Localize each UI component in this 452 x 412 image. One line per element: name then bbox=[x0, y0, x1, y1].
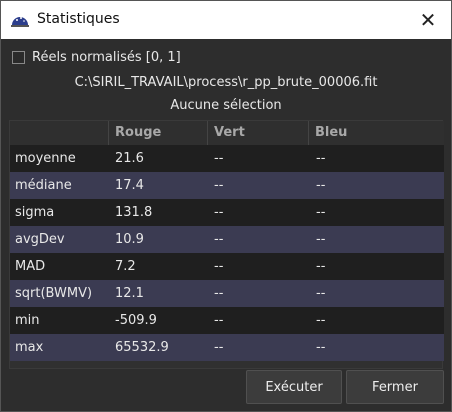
window-title: Statistiques bbox=[37, 11, 120, 27]
statistics-window: Statistiques ✕ Réels normalisés [0, 1] C… bbox=[0, 0, 452, 412]
table-row[interactable]: médiane 17.4 -- -- bbox=[10, 172, 444, 199]
normalized-checkbox-label: Réels normalisés [0, 1] bbox=[32, 50, 181, 65]
stat-name: MAD bbox=[15, 259, 46, 274]
stat-bleu: -- bbox=[316, 205, 326, 220]
close-button[interactable]: Fermer bbox=[346, 370, 444, 404]
stat-bleu: -- bbox=[316, 178, 326, 193]
stat-rouge: 131.8 bbox=[115, 205, 153, 220]
header-rouge[interactable]: Rouge bbox=[108, 121, 207, 145]
header-name[interactable] bbox=[10, 121, 108, 145]
stat-vert: -- bbox=[214, 286, 224, 301]
table-row[interactable]: min -509.9 -- -- bbox=[10, 307, 444, 334]
stat-name: moyenne bbox=[15, 151, 76, 166]
stat-bleu: -- bbox=[316, 259, 326, 274]
close-icon: ✕ bbox=[419, 8, 437, 32]
close-window-button[interactable]: ✕ bbox=[405, 1, 451, 39]
table-row[interactable]: moyenne 21.6 -- -- bbox=[10, 145, 444, 172]
table-row[interactable]: MAD 7.2 -- -- bbox=[10, 253, 444, 280]
stat-name: avgDev bbox=[15, 232, 65, 247]
file-path: C:\SIRIL_TRAVAIL\process\r_pp_brute_0000… bbox=[74, 75, 378, 90]
stat-bleu: -- bbox=[316, 286, 326, 301]
header-bleu[interactable]: Bleu bbox=[308, 121, 444, 145]
normalized-option[interactable]: Réels normalisés [0, 1] bbox=[12, 50, 181, 65]
stat-name: max bbox=[15, 340, 44, 355]
table-row[interactable]: avgDev 10.9 -- -- bbox=[10, 226, 444, 253]
stat-rouge: 65532.9 bbox=[115, 340, 169, 355]
table-row[interactable]: sigma 131.8 -- -- bbox=[10, 199, 444, 226]
stat-rouge: 21.6 bbox=[115, 151, 144, 166]
selection-status: Aucune sélection bbox=[170, 98, 282, 113]
stat-bleu: -- bbox=[316, 313, 326, 328]
stat-rouge: 7.2 bbox=[115, 259, 136, 274]
table-row[interactable]: sqrt(BWMV) 12.1 -- -- bbox=[10, 280, 444, 307]
table-row[interactable]: max 65532.9 -- -- bbox=[10, 334, 444, 361]
stat-vert: -- bbox=[214, 151, 224, 166]
stat-name: sqrt(BWMV) bbox=[15, 286, 93, 301]
stat-vert: -- bbox=[214, 178, 224, 193]
stat-name: sigma bbox=[15, 205, 55, 220]
stat-vert: -- bbox=[214, 205, 224, 220]
stat-vert: -- bbox=[214, 313, 224, 328]
statistics-table: Rouge Vert Bleu moyenne 21.6 -- -- média… bbox=[9, 120, 444, 369]
stat-rouge: -509.9 bbox=[115, 313, 157, 328]
stat-bleu: -- bbox=[316, 340, 326, 355]
stat-rouge: 10.9 bbox=[115, 232, 144, 247]
title-bar[interactable]: Statistiques ✕ bbox=[1, 1, 451, 39]
stat-vert: -- bbox=[214, 259, 224, 274]
table-header: Rouge Vert Bleu bbox=[10, 121, 444, 145]
stat-name: médiane bbox=[15, 178, 72, 193]
stat-bleu: -- bbox=[316, 232, 326, 247]
header-vert[interactable]: Vert bbox=[207, 121, 308, 145]
stat-vert: -- bbox=[214, 232, 224, 247]
siril-app-icon bbox=[11, 17, 29, 27]
execute-button[interactable]: Exécuter bbox=[246, 370, 342, 404]
stat-vert: -- bbox=[214, 340, 224, 355]
stat-bleu: -- bbox=[316, 151, 326, 166]
stat-rouge: 17.4 bbox=[115, 178, 144, 193]
dialog-content: Réels normalisés [0, 1] C:\SIRIL_TRAVAIL… bbox=[1, 39, 451, 411]
stat-name: min bbox=[15, 313, 40, 328]
normalized-checkbox[interactable] bbox=[12, 51, 25, 64]
stat-rouge: 12.1 bbox=[115, 286, 144, 301]
